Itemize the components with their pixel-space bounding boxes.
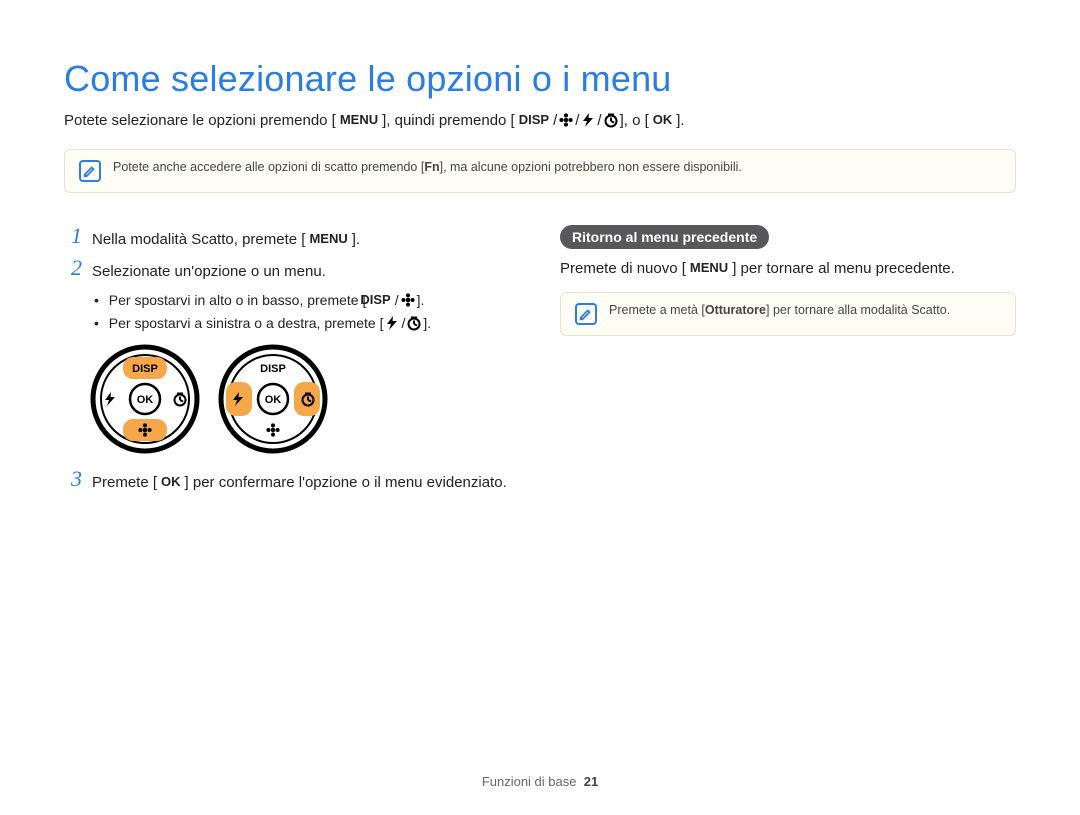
list-item: Per spostarvi in alto o in basso, premet… [94, 289, 532, 312]
flash-icon [580, 112, 596, 128]
step-number: 1 [64, 225, 82, 251]
step-number: 2 [64, 257, 82, 283]
svg-text:DISP: DISP [260, 363, 286, 375]
flower-icon [400, 292, 416, 308]
svg-text:OK: OK [265, 394, 282, 406]
menu-key-label: MENU [305, 229, 351, 249]
page-number: 21 [584, 774, 598, 789]
flash-icon [384, 315, 400, 331]
right-column: Ritorno al menu precedente Premete di nu… [560, 225, 1016, 501]
svg-text:DISP: DISP [132, 363, 158, 375]
step-number: 3 [64, 468, 82, 494]
ok-key-label: OK [649, 110, 677, 130]
step-1: 1 Nella modalità Scatto, premete [MENU]. [64, 225, 532, 251]
note-icon [575, 303, 597, 325]
menu-key-label: MENU [686, 258, 732, 278]
dpad-disp-flower: DISP OK [90, 344, 200, 454]
return-paragraph: Premete di nuovo [MENU] per tornare al m… [560, 257, 1016, 280]
disp-key-label: DISP [366, 290, 394, 311]
step-2-sublist: Per spostarvi in alto o in basso, premet… [94, 289, 532, 334]
disp-key-label: DISP [515, 110, 553, 130]
note-icon [79, 160, 101, 182]
timer-icon [603, 112, 619, 128]
intro-paragraph: Potete selezionare le opzioni premendo [… [64, 110, 1016, 133]
menu-key-label: MENU [336, 110, 382, 130]
step-3: 3 Premete [OK] per confermare l'opzione … [64, 468, 532, 494]
list-item: Per spostarvi a sinistra o a destra, pre… [94, 312, 532, 334]
footer-section: Funzioni di base [482, 774, 577, 789]
note-shutter: Premete a metà [Otturatore] per tornare … [560, 292, 1016, 336]
section-chip: Ritorno al menu precedente [560, 225, 769, 249]
svg-text:OK: OK [137, 394, 154, 406]
ok-key-label: OK [157, 472, 185, 492]
step-2: 2 Selezionate un'opzione o un menu. [64, 257, 532, 283]
flower-icon [558, 112, 574, 128]
note-fn-access: Potete anche accedere alle opzioni di sc… [64, 149, 1016, 193]
left-column: 1 Nella modalità Scatto, premete [MENU].… [64, 225, 532, 501]
timer-icon [406, 315, 422, 331]
page-footer: Funzioni di base 21 [0, 774, 1080, 789]
dpad-flash-timer: DISP OK [218, 344, 328, 454]
page-title: Come selezionare le opzioni o i menu [64, 58, 1016, 100]
